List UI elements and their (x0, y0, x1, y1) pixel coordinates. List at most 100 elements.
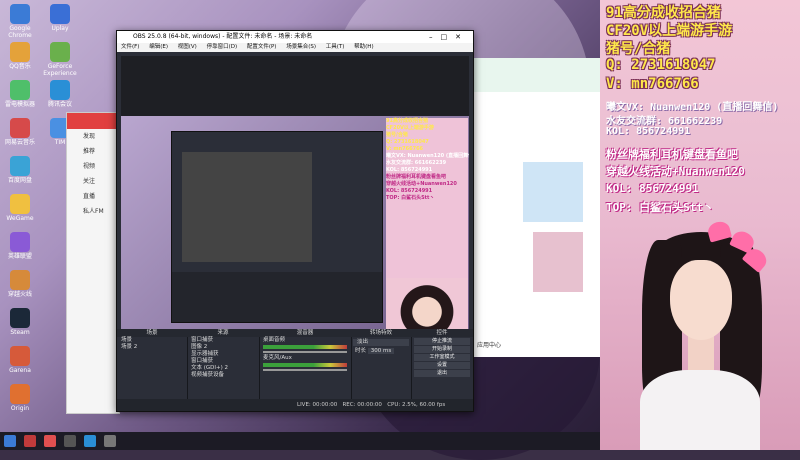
desktop-icon-label: GeForce Experience (43, 63, 77, 77)
menu-profile[interactable]: 配置文件(P) (247, 44, 277, 50)
desktop-icon[interactable]: 百度网盘 (2, 156, 38, 184)
source-item[interactable]: 显示器捕获 (187, 351, 259, 358)
nav-item[interactable]: 关注 (67, 174, 119, 189)
desktop-icon[interactable]: Uplay (42, 4, 78, 32)
desktop-icon-label: 雷电模拟器 (4, 101, 35, 108)
nav-item[interactable]: 私人FM (67, 204, 119, 219)
app-icon (10, 118, 30, 138)
music-app-icon[interactable] (44, 435, 56, 447)
scene-item[interactable]: 场景 2 (117, 344, 187, 351)
app-icon (10, 80, 30, 100)
stop-streaming-button[interactable]: 停止推流 (414, 338, 470, 345)
duration-label: 时长 (355, 348, 367, 354)
overlay-line: CF20V以上端游手游 (606, 23, 733, 39)
app-icon (10, 232, 30, 252)
mini-line: 水友交流群: 661662239 (386, 160, 447, 166)
desktop-icon[interactable]: Garena (2, 346, 38, 374)
scene-item[interactable]: 场景 (117, 337, 187, 344)
music-app-header (67, 113, 119, 129)
exit-button[interactable]: 退出 (414, 370, 470, 377)
desktop-icon[interactable]: 腾讯会议 (42, 80, 78, 108)
duration-input[interactable]: 300 ms (367, 348, 395, 354)
nav-item[interactable]: 直播 (67, 189, 119, 204)
mini-line: CF20V以上端游手游 (386, 125, 434, 131)
chat-image-2[interactable] (533, 232, 583, 292)
mini-line: 猪号/合猪 (386, 132, 408, 138)
desktop-icon-label: Steam (10, 329, 30, 336)
desktop-icon-label: Garena (9, 367, 31, 374)
start-icon[interactable] (4, 435, 16, 447)
desktop-icon[interactable]: Steam (2, 308, 38, 336)
chat-image-1[interactable] (523, 162, 583, 222)
chat-app-icon[interactable] (84, 435, 96, 447)
settings-button[interactable]: 设置 (414, 362, 470, 369)
nav-item[interactable]: 推荐 (67, 144, 119, 159)
menu-help[interactable]: 帮助(H) (354, 44, 373, 50)
taskbar (0, 432, 600, 450)
desktop-icon-label: Origin (10, 405, 30, 412)
transitions-dock: 转场特效 淡出 时长 300 ms (351, 329, 412, 399)
desktop-icon[interactable]: Origin (2, 384, 38, 412)
app-icon[interactable] (24, 435, 36, 447)
mini-line: KOL: 856724991 (386, 188, 433, 194)
source-item[interactable]: 视频捕获设备 (187, 372, 259, 379)
obs-title: OBS 25.0.8 (64-bit, windows) - 配置文件: 未命名… (133, 33, 313, 40)
menu-edit[interactable]: 编辑(E) (149, 44, 168, 50)
app-center-label[interactable]: 应用中心 (477, 340, 501, 349)
stream-overlay: 91高分成收招合猪 CF20V以上端游手游 猪号/合猪 Q: 273161804… (600, 0, 800, 450)
nav-item[interactable]: 发现 (67, 129, 119, 144)
app-icon[interactable] (104, 435, 116, 447)
mini-line: V: mn766766 (386, 146, 424, 152)
nav-item[interactable]: 视频 (67, 159, 119, 174)
app-icon (50, 4, 70, 24)
chat-window[interactable]: 应用中心 (472, 92, 601, 357)
obs-window[interactable]: OBS 25.0.8 (64-bit, windows) - 配置文件: 未命名… (116, 30, 474, 412)
menu-tools[interactable]: 工具(T) (326, 44, 345, 50)
preview-overlay: 91高分成收招合猪 CF20V以上端游手游 猪号/合猪 Q: 273161804… (386, 118, 469, 278)
start-recording-button[interactable]: 开始录制 (414, 346, 470, 353)
mini-line: TOP: 白鲨石头Stt丶 (386, 195, 435, 201)
desktop-icon[interactable]: Google Chrome (2, 4, 38, 39)
menu-scene-collection[interactable]: 场景集合(S) (286, 44, 316, 50)
source-item[interactable]: 窗口捕获 (187, 358, 259, 365)
volume-slider[interactable] (263, 351, 347, 353)
mixer-header: 混音器 (259, 329, 351, 337)
duration-row: 时长 300 ms (351, 348, 411, 355)
source-item[interactable]: 文本 (GDI+) 2 (187, 365, 259, 372)
mini-line: KOL: 856724991 (386, 167, 433, 173)
transition-select[interactable]: 淡出 (353, 339, 409, 346)
desktop-icon[interactable]: 英雄联盟 (2, 232, 38, 260)
desktop-icon-label: Google Chrome (8, 25, 32, 39)
volume-slider[interactable] (263, 369, 347, 371)
desktop-icon[interactable]: GeForce Experience (42, 42, 78, 77)
music-app-window[interactable]: 发现 推荐 视频 关注 直播 私人FM (66, 112, 120, 414)
app-icon (10, 308, 30, 328)
source-item[interactable]: 图像 2 (187, 344, 259, 351)
music-app-sidebar: 发现 推荐 视频 关注 直播 私人FM (67, 129, 119, 219)
app-icon (10, 384, 30, 404)
overlay-line: 猪号/合猪 (606, 41, 671, 57)
menu-view[interactable]: 视图(V) (178, 44, 197, 50)
desktop-icon[interactable]: 穿越火线 (2, 270, 38, 298)
source-item[interactable]: 窗口捕获 (187, 337, 259, 344)
mini-line: 粉丝牌福利耳机键盘看鱼吧 (386, 174, 447, 180)
menu-file[interactable]: 文件(F) (121, 44, 139, 50)
window-controls[interactable]: –□✕ (429, 31, 469, 43)
overlay-line: 粉丝牌福利耳机键盘看鱼吧 (606, 148, 738, 161)
obs-icon[interactable] (64, 435, 76, 447)
desktop-icon[interactable]: 雷电模拟器 (2, 80, 38, 108)
studio-mode-button[interactable]: 工作室模式 (414, 354, 470, 361)
desktop-icon-label: QQ音乐 (9, 63, 31, 70)
desktop-icon[interactable]: 网易云音乐 (2, 118, 38, 146)
rec-time: REC: 00:00:00 (342, 402, 382, 408)
menu-docks[interactable]: 停靠窗口(D) (207, 44, 238, 50)
sources-header: 来源 (187, 329, 259, 337)
desktop-icon[interactable]: QQ音乐 (2, 42, 38, 70)
obs-menu-bar: 文件(F) 编辑(E) 视图(V) 停靠窗口(D) 配置文件(P) 场景集合(S… (117, 43, 473, 52)
desktop-icon-label: 腾讯会议 (47, 101, 72, 108)
obs-preview[interactable]: 91高分成收招合猪 CF20V以上端游手游 猪号/合猪 Q: 273161804… (121, 56, 469, 356)
desktop-icon-label: 百度网盘 (7, 177, 32, 184)
mini-line: 91高分成收招合猪 (386, 118, 428, 124)
desktop-icon[interactable]: WeGame (2, 194, 38, 222)
volume-meter (263, 345, 347, 349)
